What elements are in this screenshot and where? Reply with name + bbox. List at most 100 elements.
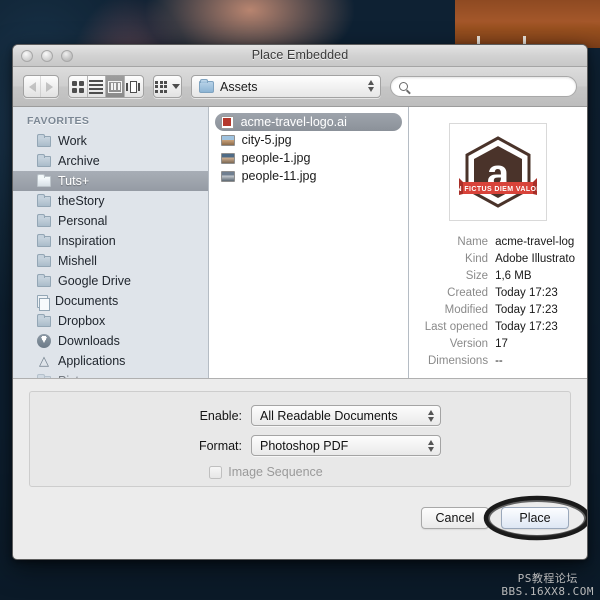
sidebar-item-personal[interactable]: Personal [13, 211, 208, 231]
format-popup-button[interactable]: Photoshop PDF [251, 435, 441, 456]
stepper-icon [428, 410, 434, 422]
sidebar-item-documents[interactable]: Documents [13, 291, 208, 311]
back-arrow-icon [28, 81, 36, 92]
metadata-key: Name [457, 236, 489, 248]
navigation-buttons [23, 75, 59, 98]
image-sequence-checkbox[interactable] [209, 465, 223, 479]
file-thumbnail: a IN FICTUS DIEM VALOR [449, 123, 548, 221]
back-button[interactable] [24, 76, 42, 97]
background-shelf [455, 0, 600, 48]
view-mode-buttons [67, 75, 145, 98]
sidebar-item-inspiration[interactable]: Inspiration [13, 231, 208, 251]
search-icon [399, 82, 408, 91]
folder-icon [37, 373, 51, 378]
list-icon [89, 79, 104, 94]
metadata-key: Dimensions [428, 355, 489, 367]
folder-icon [37, 173, 51, 187]
metadata-value: 17 [495, 338, 508, 350]
folder-icon [37, 253, 51, 267]
file-row[interactable]: city-5.jpg [215, 131, 402, 149]
folder-icon [37, 313, 51, 327]
stepper-icon [368, 80, 374, 92]
ribbon-text: IN FICTUS DIEM VALOR [459, 186, 537, 193]
stepper-icon [428, 440, 434, 452]
list-view-button[interactable] [88, 76, 107, 97]
format-popup-value: Photoshop PDF [260, 438, 349, 453]
metadata-row: Modified Today 17:23 [421, 303, 575, 318]
sidebar-item-pictures[interactable]: Pictures [13, 371, 208, 378]
window-title: Place Embedded [251, 48, 349, 62]
file-row[interactable]: people-1.jpg [215, 149, 402, 167]
file-metadata: Name acme-travel-log Kind Adobe Illustra… [421, 235, 575, 369]
metadata-key: Kind [465, 253, 489, 265]
image-file-icon [220, 134, 235, 146]
sidebar-item-work[interactable]: Work [13, 131, 208, 151]
toolbar: Assets [13, 67, 587, 107]
coverflow-view-button[interactable] [125, 76, 143, 97]
forward-arrow-icon [45, 81, 53, 92]
search-input[interactable] [413, 79, 568, 94]
path-popup-button[interactable]: Assets [191, 75, 381, 98]
enable-popup-value: All Readable Documents [260, 408, 398, 423]
sidebar-item-label: Archive [58, 154, 100, 168]
watermark: PS教程论坛 BBS.16XX8.COM [501, 572, 594, 598]
metadata-row: Name acme-travel-log [421, 235, 575, 250]
metadata-value: Today 17:23 [495, 287, 558, 299]
image-sequence-label: Image Sequence [228, 465, 323, 479]
file-name: acme-travel-logo.ai [240, 115, 347, 129]
sidebar-item-label: Work [58, 134, 87, 148]
sidebar-item-mishell[interactable]: Mishell [13, 251, 208, 271]
grid-icon [71, 80, 84, 93]
metadata-key: Created [447, 287, 489, 299]
metadata-row: Kind Adobe Illustrato [421, 252, 575, 267]
sidebar-item-thestory[interactable]: theStory [13, 191, 208, 211]
sidebar-item-label: theStory [58, 194, 105, 208]
sidebar-item-label: Dropbox [58, 314, 106, 328]
format-label: Format: [198, 438, 242, 453]
metadata-row: Last opened Today 17:23 [421, 320, 575, 335]
file-name: people-1.jpg [241, 151, 311, 165]
metadata-value: 1,6 MB [495, 270, 532, 282]
place-embedded-dialog: Place Embedded Assets FAVORITES Work Arc… [12, 44, 588, 560]
preview-pane: a IN FICTUS DIEM VALOR Name acme-travel- [409, 107, 587, 378]
metadata-value: -- [495, 355, 503, 367]
favorites-sidebar[interactable]: FAVORITES Work Archive Tuts+ theStory Pe… [13, 107, 209, 378]
sidebar-item-applications[interactable]: △ Applications [13, 351, 208, 371]
metadata-value: Adobe Illustrato [495, 253, 575, 265]
sidebar-item-dropbox[interactable]: Dropbox [13, 311, 208, 331]
window-titlebar: Place Embedded [13, 45, 587, 67]
icon-view-button[interactable] [69, 76, 88, 97]
image-file-icon [220, 152, 235, 164]
action-menu-button[interactable] [153, 75, 182, 98]
sidebar-item-label: Google Drive [58, 274, 131, 288]
metadata-row: Dimensions -- [421, 354, 575, 369]
file-list-column[interactable]: acme-travel-logo.ai city-5.jpg people-1.… [208, 107, 410, 378]
enable-popup-button[interactable]: All Readable Documents [251, 405, 441, 426]
favorites-header: FAVORITES [27, 115, 90, 127]
place-button[interactable]: Place [501, 507, 569, 529]
metadata-row: Size 1,6 MB [421, 269, 575, 284]
cancel-button[interactable]: Cancel [421, 507, 489, 529]
sidebar-item-downloads[interactable]: Downloads [13, 331, 208, 351]
file-row[interactable]: acme-travel-logo.ai [214, 113, 403, 131]
chevron-down-icon [172, 84, 181, 89]
metadata-key: Modified [444, 304, 489, 316]
folder-icon [37, 213, 51, 227]
sidebar-item-label: Tuts+ [58, 174, 90, 188]
folder-icon [37, 153, 51, 167]
file-row[interactable]: people-11.jpg [215, 167, 402, 185]
search-field[interactable] [390, 76, 577, 97]
metadata-key: Size [465, 270, 489, 282]
columns-icon [108, 80, 123, 93]
sidebar-item-google-drive[interactable]: Google Drive [13, 271, 208, 291]
forward-button[interactable] [41, 76, 58, 97]
sidebar-item-label: Documents [55, 294, 119, 308]
enable-label: Enable: [199, 408, 242, 423]
sidebar-item-label: Inspiration [58, 234, 116, 248]
column-view-button[interactable] [106, 76, 126, 97]
dialog-footer: Cancel Place [13, 491, 587, 545]
sidebar-item-tuts-plus[interactable]: Tuts+ [13, 171, 208, 191]
sidebar-item-archive[interactable]: Archive [13, 151, 208, 171]
metadata-value: acme-travel-log [495, 236, 575, 248]
metadata-value: Today 17:23 [495, 321, 558, 333]
